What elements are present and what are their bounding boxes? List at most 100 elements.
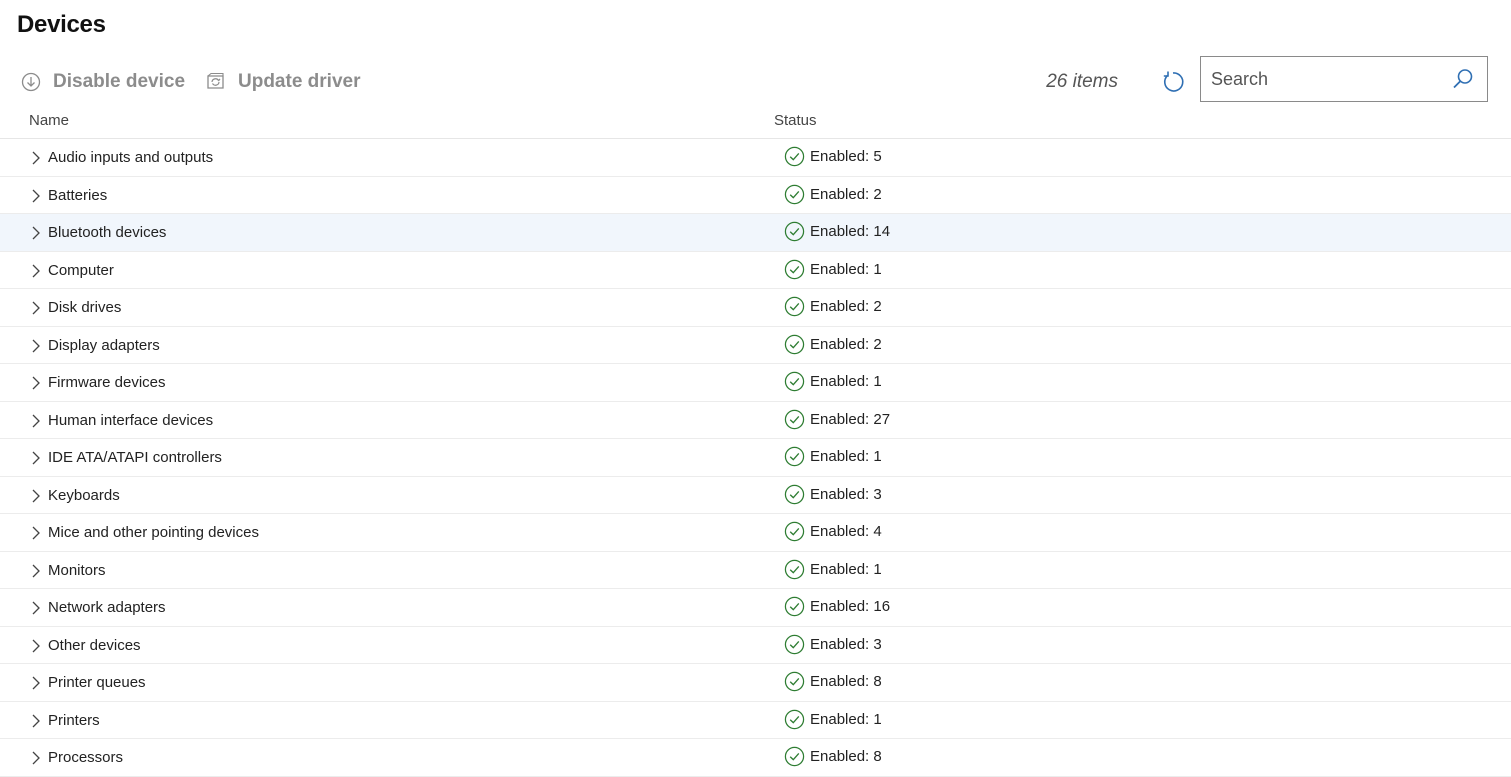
table-row[interactable]: Human interface devices Enabled: 27 (0, 402, 1511, 439)
status-cell: Enabled: 1 (784, 371, 882, 392)
chevron-right-icon[interactable] (30, 225, 42, 241)
chevron-right-icon[interactable] (30, 188, 42, 204)
status-cell: Enabled: 1 (784, 709, 882, 730)
table-row[interactable]: Mice and other pointing devices Enabled:… (0, 514, 1511, 552)
row-name: Monitors (48, 561, 106, 579)
update-driver-label: Update driver (238, 71, 361, 92)
table-row[interactable]: IDE ATA/ATAPI controllers Enabled: 1 (0, 439, 1511, 477)
check-circle-icon (784, 221, 805, 242)
row-name: Other devices (48, 636, 141, 654)
table-row[interactable]: Disk drives Enabled: 2 (0, 289, 1511, 327)
status-cell: Enabled: 8 (784, 746, 882, 767)
chevron-right-icon[interactable] (30, 338, 42, 354)
status-text: Enabled: 4 (810, 523, 882, 540)
table-row[interactable]: Bluetooth devices Enabled: 14 (0, 214, 1511, 252)
search-input[interactable] (1211, 67, 1441, 91)
status-text: Enabled: 2 (810, 335, 882, 353)
check-circle-icon (784, 184, 805, 204)
status-text: Enabled: 8 (810, 748, 882, 765)
chevron-right-icon[interactable] (30, 413, 42, 429)
chevron-right-icon[interactable] (30, 300, 42, 316)
status-cell: Enabled: 14 (784, 221, 890, 242)
disable-device-button[interactable]: Disable device (21, 68, 185, 96)
status-text: Enabled: 1 (810, 448, 882, 465)
column-header-name[interactable]: Name (29, 112, 69, 129)
row-name: Firmware devices (48, 374, 166, 391)
chevron-right-icon[interactable] (30, 488, 42, 504)
status-cell: Enabled: 3 (784, 634, 882, 655)
chevron-right-icon[interactable] (30, 638, 42, 654)
search-icon[interactable] (1451, 67, 1475, 91)
row-name: Batteries (48, 186, 108, 204)
status-text: Enabled: 2 (810, 298, 882, 315)
status-cell: Enabled: 5 (784, 146, 882, 167)
row-name: Mice and other pointing devices (48, 524, 259, 541)
row-name: Display adapters (48, 336, 160, 354)
status-text: Enabled: 27 (810, 410, 891, 428)
chevron-right-icon[interactable] (30, 600, 42, 616)
check-circle-icon (784, 746, 805, 767)
status-cell: Enabled: 2 (784, 184, 882, 205)
status-text: Enabled: 1 (810, 260, 882, 278)
table-row[interactable]: Printers Enabled: 1 (0, 702, 1511, 739)
status-text: Enabled: 1 (810, 560, 882, 578)
row-name: Bluetooth devices (48, 224, 167, 241)
status-text: Enabled: 3 (810, 635, 882, 653)
table-row[interactable]: Firmware devices Enabled: 1 (0, 364, 1511, 402)
disable-device-label: Disable device (53, 71, 186, 92)
row-name: Disk drives (48, 299, 122, 316)
row-name: Printers (48, 711, 100, 729)
arrow-down-circle-icon (21, 72, 41, 92)
chevron-right-icon[interactable] (30, 713, 42, 729)
column-header-status[interactable]: Status (774, 112, 817, 129)
check-circle-icon (784, 371, 805, 392)
chevron-right-icon[interactable] (30, 263, 42, 279)
status-text: Enabled: 14 (810, 223, 891, 240)
update-driver-button[interactable]: Update driver (205, 68, 360, 96)
search-box[interactable] (1200, 56, 1488, 102)
row-name: IDE ATA/ATAPI controllers (48, 449, 222, 466)
chevron-right-icon[interactable] (30, 450, 42, 466)
check-circle-icon (784, 634, 805, 654)
check-circle-icon (784, 409, 805, 429)
status-cell: Enabled: 27 (784, 409, 890, 430)
status-cell: Enabled: 1 (784, 446, 882, 467)
row-name: Audio inputs and outputs (48, 149, 214, 166)
check-circle-icon (784, 334, 805, 354)
check-circle-icon (784, 559, 805, 579)
row-name: Network adapters (48, 599, 166, 616)
table-row[interactable]: Printer queues Enabled: 8 (0, 664, 1511, 702)
chevron-right-icon[interactable] (30, 150, 42, 166)
check-circle-icon (784, 596, 805, 617)
row-name: Human interface devices (48, 411, 214, 429)
chevron-right-icon[interactable] (30, 750, 42, 766)
check-circle-icon (784, 521, 805, 542)
table-row[interactable]: Network adapters Enabled: 16 (0, 589, 1511, 627)
table-row[interactable]: Batteries Enabled: 2 (0, 177, 1511, 214)
table-row[interactable]: Keyboards Enabled: 3 (0, 477, 1511, 514)
row-name: Processors (48, 749, 124, 766)
status-cell: Enabled: 1 (784, 559, 882, 580)
row-name: Printer queues (48, 674, 146, 691)
chevron-right-icon[interactable] (30, 675, 42, 691)
status-cell: Enabled: 1 (784, 259, 882, 280)
status-text: Enabled: 3 (810, 485, 882, 503)
refresh-icon[interactable] (1160, 69, 1186, 95)
chevron-right-icon[interactable] (30, 525, 42, 541)
table-row[interactable]: Processors Enabled: 8 (0, 739, 1511, 777)
table-row[interactable]: Audio inputs and outputs Enabled: 5 (0, 139, 1511, 177)
table-row[interactable]: Monitors Enabled: 1 (0, 552, 1511, 589)
item-count: 26 items (1046, 71, 1118, 92)
table-row[interactable]: Display adapters Enabled: 2 (0, 327, 1511, 364)
chevron-right-icon[interactable] (30, 375, 42, 391)
table-row[interactable]: Computer Enabled: 1 (0, 252, 1511, 289)
check-circle-icon (784, 296, 805, 317)
chevron-right-icon[interactable] (30, 563, 42, 579)
table-row[interactable]: Other devices Enabled: 3 (0, 627, 1511, 664)
status-text: Enabled: 1 (810, 373, 882, 390)
check-circle-icon (784, 146, 805, 167)
status-text: Enabled: 16 (810, 598, 891, 615)
status-text: Enabled: 8 (810, 673, 882, 690)
check-circle-icon (784, 259, 805, 279)
row-name: Computer (48, 261, 114, 279)
